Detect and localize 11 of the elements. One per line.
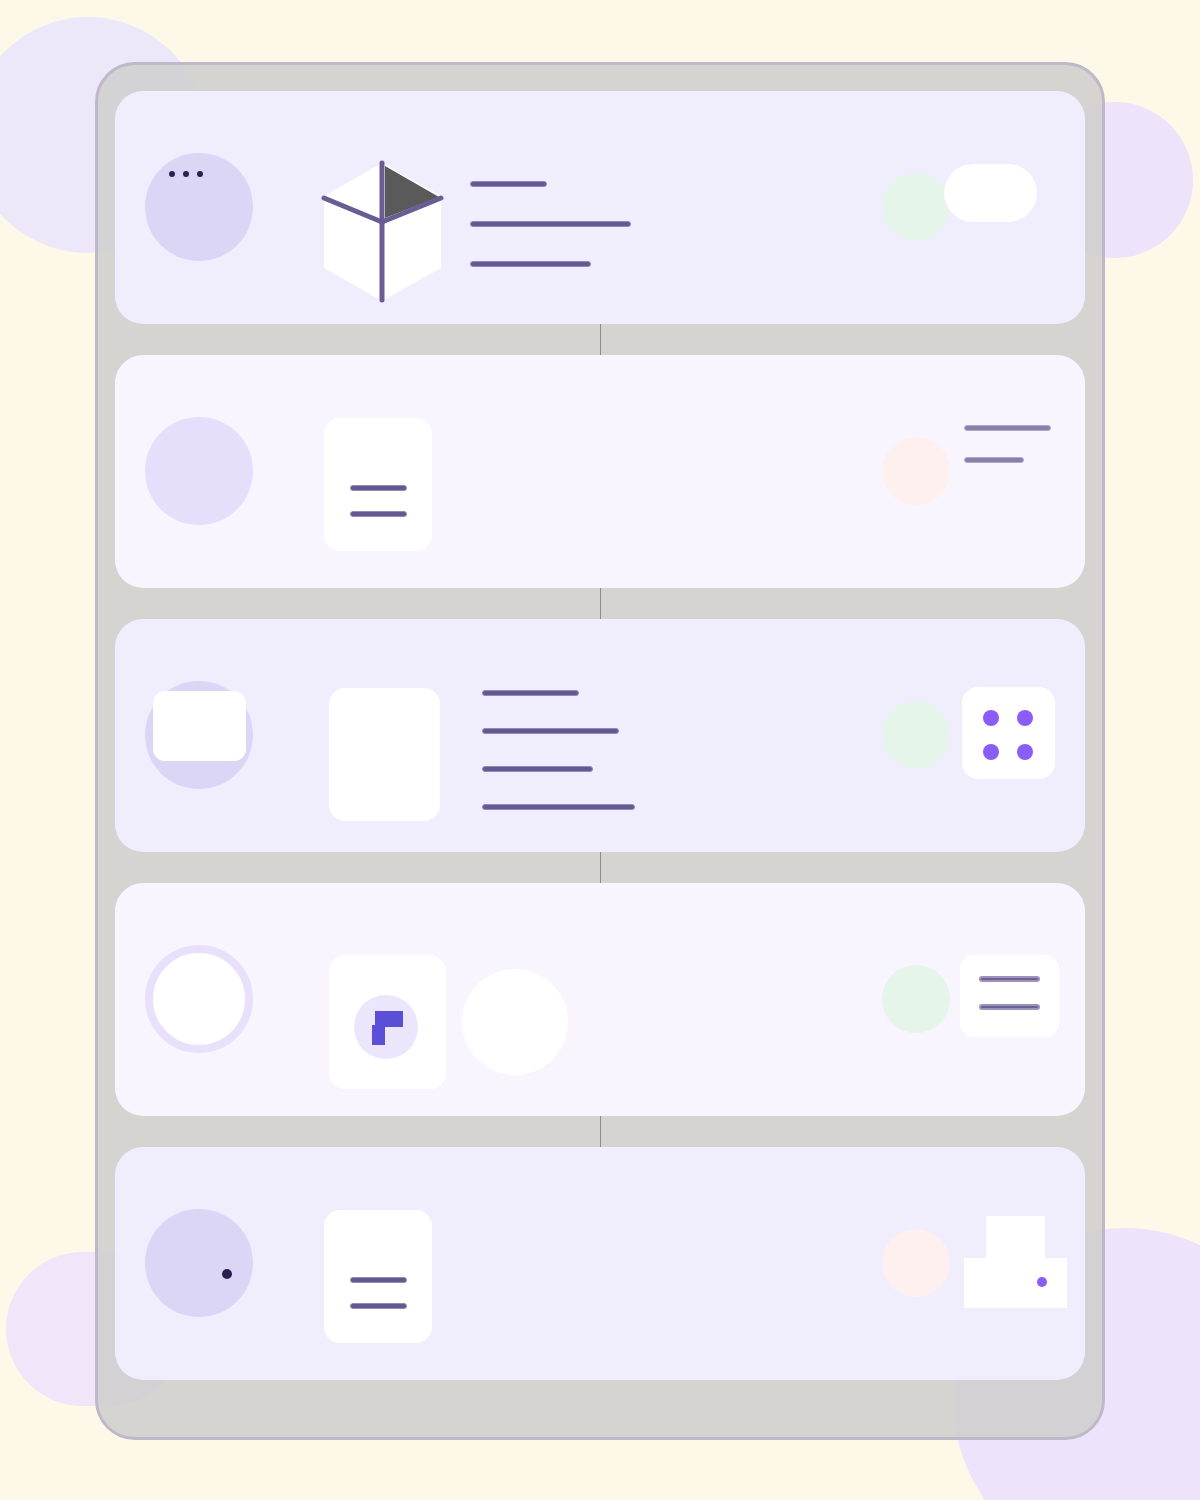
dots-grid-icon [962,687,1055,779]
dot-icon [222,1269,232,1279]
cube-icon [321,160,444,303]
connector-line [599,1116,601,1147]
printer-icon [964,1216,1067,1308]
ellipsis-icon [169,171,203,177]
connector-line [599,852,601,883]
list-icon [960,955,1059,1037]
connector-line [599,588,601,619]
connector-line [599,324,601,355]
corner-icon [354,995,418,1059]
